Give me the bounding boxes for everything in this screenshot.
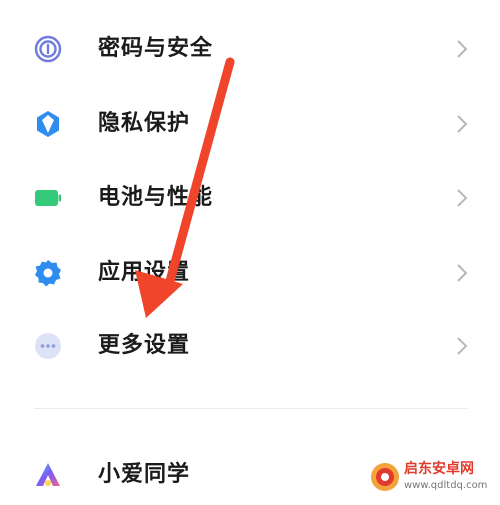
xiaoai-icon xyxy=(34,461,62,489)
settings-item-label: 电池与性能 xyxy=(98,185,214,210)
privacy-shield-icon xyxy=(34,110,62,138)
chevron-right-icon xyxy=(455,263,469,283)
watermark-logo-icon xyxy=(370,462,400,492)
settings-item-app-settings[interactable]: 应用设置 xyxy=(0,243,500,303)
watermark-title: 启东安卓网 xyxy=(404,461,474,477)
more-dots-icon xyxy=(34,332,62,360)
gear-icon xyxy=(34,259,62,287)
chevron-right-icon xyxy=(455,336,469,356)
settings-item-label: 密码与安全 xyxy=(98,36,214,61)
fingerprint-icon xyxy=(34,35,62,63)
chevron-right-icon xyxy=(455,188,469,208)
settings-item-more-settings[interactable]: 更多设置 xyxy=(0,316,500,376)
settings-item-battery-performance[interactable]: 电池与性能 xyxy=(0,168,500,228)
watermark-url: www.qdltdq.com xyxy=(404,480,488,491)
chevron-right-icon xyxy=(455,39,469,59)
section-divider xyxy=(34,408,468,409)
site-watermark: 启东安卓网 www.qdltdq.com xyxy=(370,458,496,498)
settings-list: 密码与安全 隐私保护 电池与性能 应用设置 更多设置 小爱同学 xyxy=(0,0,500,500)
settings-item-label: 小爱同学 xyxy=(98,462,191,487)
settings-item-privacy[interactable]: 隐私保护 xyxy=(0,94,500,154)
settings-item-password-security[interactable]: 密码与安全 xyxy=(0,19,500,79)
battery-icon xyxy=(34,184,62,212)
settings-item-label: 应用设置 xyxy=(98,260,191,285)
settings-item-label: 更多设置 xyxy=(98,333,191,358)
chevron-right-icon xyxy=(455,114,469,134)
settings-item-label: 隐私保护 xyxy=(98,111,191,136)
